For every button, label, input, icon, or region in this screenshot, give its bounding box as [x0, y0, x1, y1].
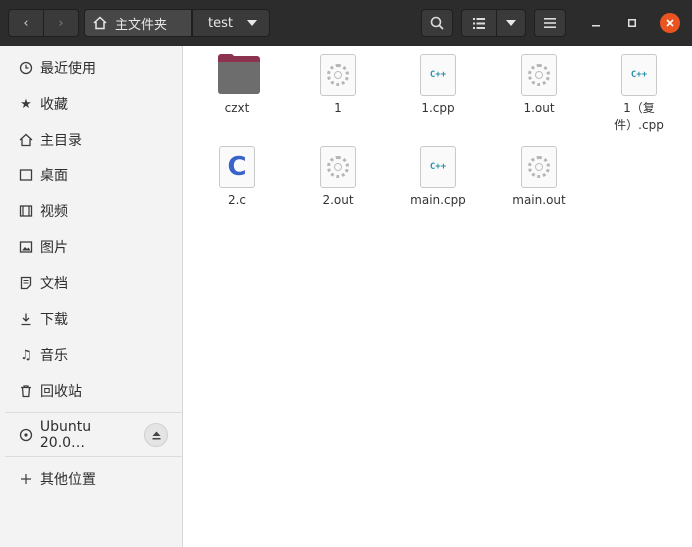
sidebar-item-label: 文档: [40, 276, 68, 292]
file-item-folder[interactable]: czxt: [189, 54, 285, 117]
file-item[interactable]: C 2.c: [189, 146, 285, 209]
executable-file-icon: [521, 54, 557, 96]
close-icon: [666, 19, 674, 27]
file-item[interactable]: 1: [290, 54, 386, 117]
sidebar-item-videos[interactable]: 视频: [0, 194, 182, 228]
sidebar-item-label: 桌面: [40, 168, 68, 184]
desktop-icon: [18, 167, 34, 183]
breadcrumb-home[interactable]: 主文件夹: [84, 9, 192, 37]
forward-button[interactable]: ›: [43, 9, 79, 37]
sidebar-item-label: 图片: [40, 240, 68, 256]
file-name: main.cpp: [410, 193, 466, 207]
file-name: 2.out: [322, 193, 354, 207]
plus-icon: [18, 471, 34, 487]
chevron-right-icon: ›: [58, 15, 64, 31]
list-view-button[interactable]: [461, 9, 497, 37]
breadcrumb-current[interactable]: test: [192, 9, 270, 37]
sidebar-item-label: 最近使用: [40, 61, 96, 77]
sidebar-item-label: Ubuntu 20.0…: [39, 419, 92, 451]
sidebar-item-starred[interactable]: ★ 收藏: [0, 87, 182, 121]
sidebar-divider: [5, 456, 182, 457]
executable-file-icon: [320, 54, 356, 96]
sidebar-item-label: 下载: [40, 312, 68, 328]
search-button[interactable]: [421, 9, 453, 37]
c-file-icon: C: [219, 146, 255, 188]
file-name: 2.c: [227, 193, 247, 207]
file-item[interactable]: C++ 1.cpp: [390, 54, 486, 117]
sidebar-item-documents[interactable]: 文档: [0, 266, 182, 300]
picture-icon: [18, 239, 34, 255]
view-options-button[interactable]: [496, 9, 526, 37]
list-view-icon: [473, 17, 485, 29]
close-button[interactable]: [660, 13, 680, 33]
file-item[interactable]: main.out: [491, 146, 587, 209]
document-icon: [18, 275, 34, 291]
sidebar-divider: [5, 412, 182, 413]
sidebar-item-home[interactable]: 主目录: [0, 123, 182, 157]
file-item[interactable]: 2.out: [290, 146, 386, 209]
hamburger-menu-icon: [544, 18, 556, 28]
eject-icon: [152, 431, 160, 439]
sidebar-item-recent[interactable]: 最近使用: [0, 51, 182, 85]
cpp-file-icon: C++: [420, 54, 456, 96]
clock-icon: [18, 60, 34, 76]
executable-file-icon: [521, 146, 557, 188]
sidebar-item-downloads[interactable]: 下载: [0, 302, 182, 336]
header-bar: ‹ › 主文件夹 test: [0, 0, 692, 46]
main-menu-button[interactable]: [534, 9, 566, 37]
file-item[interactable]: C++ 1（复件）.cpp: [591, 54, 687, 134]
disc-icon: [18, 427, 34, 443]
file-name: czxt: [224, 101, 250, 115]
sidebar-item-trash[interactable]: 回收站: [0, 374, 182, 408]
executable-file-icon: [320, 146, 356, 188]
music-icon: ♫: [20, 347, 32, 363]
file-name: 1: [334, 101, 342, 115]
sidebar-item-desktop[interactable]: 桌面: [0, 158, 182, 192]
sidebar-item-ubuntu-drive[interactable]: Ubuntu 20.0…: [0, 418, 140, 452]
chevron-down-icon: [506, 20, 516, 26]
file-manager-window: ‹ › 主文件夹 test 最近使用 ★ 收藏 主目录 桌面 视频 图片 文档 …: [0, 0, 692, 547]
breadcrumb-home-label: 主文件夹: [115, 17, 168, 33]
sidebar-item-pictures[interactable]: 图片: [0, 230, 182, 264]
chevron-down-icon: [246, 20, 257, 26]
maximize-button[interactable]: [622, 13, 642, 33]
file-name: 1.out: [523, 101, 555, 115]
search-icon: [430, 16, 444, 30]
star-icon: ★: [20, 96, 32, 112]
file-item[interactable]: C++ main.cpp: [390, 146, 486, 209]
sidebar-item-label: 其他位置: [40, 472, 96, 488]
minimize-icon: [592, 25, 600, 27]
sidebar-item-label: 回收站: [40, 384, 82, 400]
sidebar-item-music[interactable]: ♫ 音乐: [0, 338, 182, 372]
sidebar: 最近使用 ★ 收藏 主目录 桌面 视频 图片 文档 下载 ♫ 音乐 回收站 Ub…: [0, 46, 183, 547]
file-item[interactable]: 1.out: [491, 54, 587, 117]
video-icon: [18, 203, 34, 219]
file-name: main.out: [512, 193, 566, 207]
eject-button[interactable]: [144, 423, 168, 447]
back-button[interactable]: ‹: [8, 9, 44, 37]
sidebar-item-label: 收藏: [40, 97, 68, 113]
cpp-file-icon: C++: [420, 146, 456, 188]
file-name: 1（复件）.cpp: [614, 101, 664, 132]
minimize-button[interactable]: [586, 13, 606, 33]
chevron-left-icon: ‹: [23, 15, 29, 31]
file-view: czxt 1 C++ 1.cpp 1.out C++ 1（复件）.cpp C 2…: [183, 46, 692, 547]
sidebar-item-label: 音乐: [40, 348, 68, 364]
home-icon: [93, 16, 107, 30]
sidebar-item-other-locations[interactable]: 其他位置: [0, 462, 182, 496]
download-icon: [18, 311, 34, 327]
maximize-icon: [628, 19, 636, 27]
breadcrumb-current-label: test: [208, 15, 233, 31]
trash-icon: [18, 383, 34, 399]
cpp-file-icon: C++: [621, 54, 657, 96]
sidebar-item-label: 视频: [40, 204, 68, 220]
file-name: 1.cpp: [421, 101, 455, 115]
folder-icon: [218, 54, 260, 96]
sidebar-item-label: 主目录: [40, 133, 82, 149]
home-icon: [18, 132, 34, 148]
